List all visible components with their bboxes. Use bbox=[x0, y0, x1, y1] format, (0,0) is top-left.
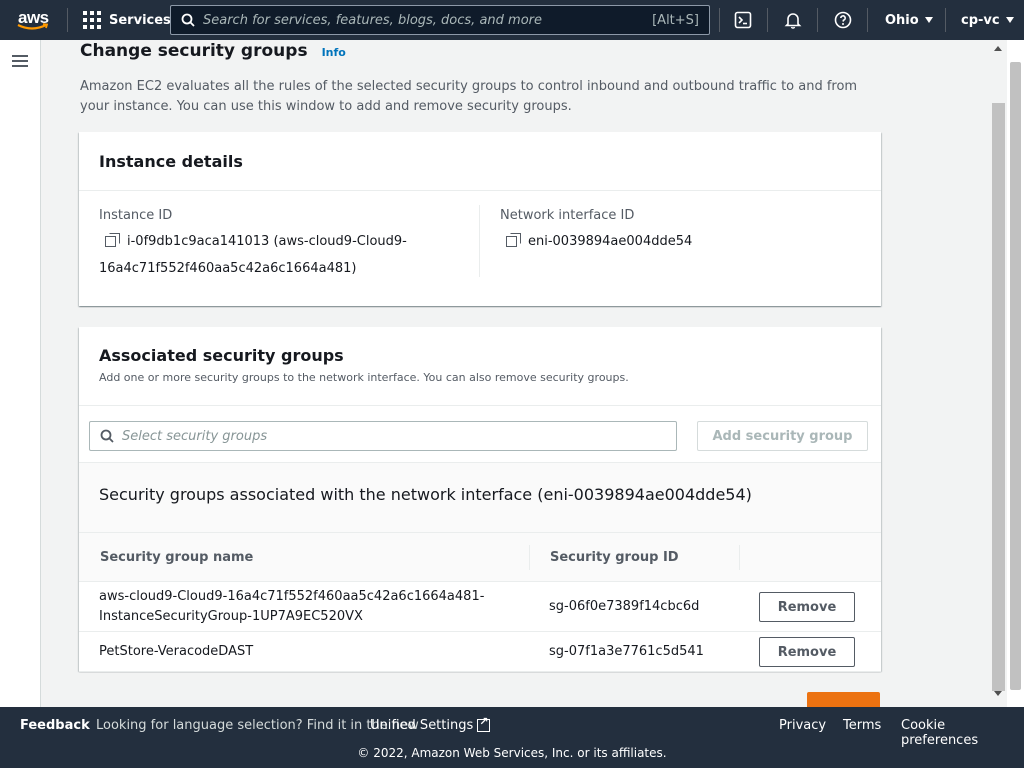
instance-details-panel: Instance details Instance ID i-0f9db1c9a… bbox=[79, 132, 881, 306]
associated-title: Associated security groups bbox=[99, 346, 344, 365]
search-icon bbox=[100, 429, 114, 443]
copy-icon[interactable] bbox=[506, 233, 521, 247]
terms-link[interactable]: Terms bbox=[843, 718, 881, 733]
top-navigation: aws Services [Alt+S] bbox=[0, 0, 1024, 40]
nav-divider bbox=[67, 8, 68, 32]
column-header-id[interactable]: Security group ID bbox=[550, 533, 679, 582]
privacy-link[interactable]: Privacy bbox=[779, 718, 826, 733]
column-header-name[interactable]: Security group name bbox=[100, 533, 253, 582]
info-link[interactable]: Info bbox=[322, 46, 346, 59]
page-title-text: Change security groups bbox=[80, 41, 308, 61]
cookie-preferences-link[interactable]: Cookie preferences bbox=[901, 718, 1024, 748]
network-interface-id: eni-0039894ae004dde54 bbox=[528, 234, 693, 249]
nav-divider bbox=[719, 8, 720, 32]
nav-divider bbox=[867, 8, 868, 32]
network-interface-label: Network interface ID bbox=[500, 208, 635, 223]
services-label: Services bbox=[109, 12, 171, 28]
page-title: Change security groups Info bbox=[80, 41, 346, 61]
scroll-up-arrow-icon[interactable] bbox=[994, 46, 1002, 51]
footer: Feedback Looking for language selection?… bbox=[0, 707, 1024, 768]
main-content: Change security groups Info Amazon EC2 e… bbox=[41, 40, 990, 707]
table-header: Security group name Security group ID bbox=[79, 532, 881, 582]
table-title: Security groups associated with the netw… bbox=[99, 485, 752, 504]
security-group-id: sg-07f1a3e7761c5d541 bbox=[549, 644, 704, 659]
account-menu[interactable]: cp-vc bbox=[961, 0, 1014, 40]
security-group-name-line2: InstanceSecurityGroup-1UP7A9EC520VX bbox=[99, 609, 363, 624]
instance-id-value: i-0f9db1c9aca141013 (aws-cloud9-Cloud9- … bbox=[99, 228, 469, 282]
associated-security-groups-panel: Associated security groups Add one or mo… bbox=[79, 327, 881, 672]
associated-subtitle: Add one or more security groups to the n… bbox=[99, 371, 629, 384]
security-group-name-line1: aws-cloud9-Cloud9-16a4c71f552f460aa5c42a… bbox=[99, 589, 485, 604]
security-group-id: sg-06f0e7389f14cbc6d bbox=[549, 599, 700, 614]
feedback-link[interactable]: Feedback bbox=[20, 718, 90, 733]
page-scrollbar[interactable] bbox=[1007, 40, 1024, 707]
external-link-icon bbox=[477, 715, 491, 732]
search-shortcut-hint: [Alt+S] bbox=[652, 12, 699, 28]
menu-icon[interactable] bbox=[12, 55, 28, 67]
instance-details-header: Instance details bbox=[79, 132, 881, 191]
network-interface-value: eni-0039894ae004dde54 bbox=[500, 228, 860, 255]
column-separator bbox=[529, 545, 530, 570]
cloudshell-icon[interactable] bbox=[733, 10, 753, 30]
security-group-search-input[interactable] bbox=[122, 428, 666, 444]
region-selector[interactable]: Ohio bbox=[885, 0, 933, 40]
security-groups-table: Security group name Security group ID aw… bbox=[79, 532, 881, 672]
smile-icon bbox=[17, 23, 49, 30]
scroll-thumb[interactable] bbox=[992, 103, 1005, 691]
add-security-group-button[interactable]: Add security group bbox=[697, 421, 868, 451]
table-row: PetStore-VeracodeDAST sg-07f1a3e7761c5d5… bbox=[79, 632, 881, 672]
account-label: cp-vc bbox=[961, 12, 1000, 28]
column-divider bbox=[479, 205, 480, 277]
nav-divider bbox=[817, 8, 818, 32]
remove-button[interactable]: Remove bbox=[759, 637, 855, 667]
caret-down-icon bbox=[1005, 17, 1014, 23]
security-groups-table-container: Security groups associated with the netw… bbox=[79, 462, 881, 672]
save-button[interactable] bbox=[807, 692, 880, 707]
scroll-down-arrow-icon[interactable] bbox=[994, 691, 1002, 696]
instance-id-field: Instance ID i-0f9db1c9aca141013 (aws-clo… bbox=[99, 208, 469, 282]
security-group-select[interactable] bbox=[89, 421, 677, 451]
copyright: © 2022, Amazon Web Services, Inc. or its… bbox=[357, 746, 667, 760]
page-scroll-thumb[interactable] bbox=[1010, 62, 1021, 690]
services-menu-button[interactable]: Services bbox=[83, 0, 171, 40]
security-group-name: PetStore-VeracodeDAST bbox=[99, 644, 254, 659]
global-search-box[interactable]: [Alt+S] bbox=[170, 5, 710, 35]
remove-button[interactable]: Remove bbox=[759, 592, 855, 622]
table-row: aws-cloud9-Cloud9-16a4c71f552f460aa5c42a… bbox=[79, 582, 881, 632]
copy-icon[interactable] bbox=[105, 233, 120, 247]
instance-id-label: Instance ID bbox=[99, 208, 173, 223]
nav-divider bbox=[945, 8, 946, 32]
network-interface-field: Network interface ID eni-0039894ae004dde… bbox=[500, 208, 860, 255]
search-icon bbox=[181, 13, 195, 27]
instance-id-line2: 16a4c71f552f460aa5c42a6c1664a481) bbox=[99, 261, 357, 276]
content-scrollbar[interactable] bbox=[990, 40, 1007, 707]
page-description: Amazon EC2 evaluates all the rules of th… bbox=[80, 79, 858, 114]
caret-down-icon bbox=[924, 17, 933, 23]
global-search-input[interactable] bbox=[203, 12, 653, 28]
bell-icon[interactable] bbox=[783, 10, 803, 30]
associated-header: Associated security groups Add one or mo… bbox=[79, 327, 881, 406]
nav-divider bbox=[767, 8, 768, 32]
region-label: Ohio bbox=[885, 12, 919, 28]
aws-logo[interactable]: aws bbox=[14, 6, 54, 34]
unified-settings-link[interactable]: Unified Settings bbox=[370, 715, 491, 733]
grid-icon bbox=[83, 11, 101, 29]
column-separator bbox=[739, 545, 740, 570]
unified-settings-label: Unified Settings bbox=[370, 718, 474, 733]
instance-details-title: Instance details bbox=[99, 151, 243, 171]
help-icon[interactable] bbox=[833, 10, 853, 30]
instance-id-line1: i-0f9db1c9aca141013 (aws-cloud9-Cloud9- bbox=[127, 234, 407, 249]
security-group-name: aws-cloud9-Cloud9-16a4c71f552f460aa5c42a… bbox=[99, 587, 484, 627]
side-navigation-rail bbox=[0, 40, 41, 707]
